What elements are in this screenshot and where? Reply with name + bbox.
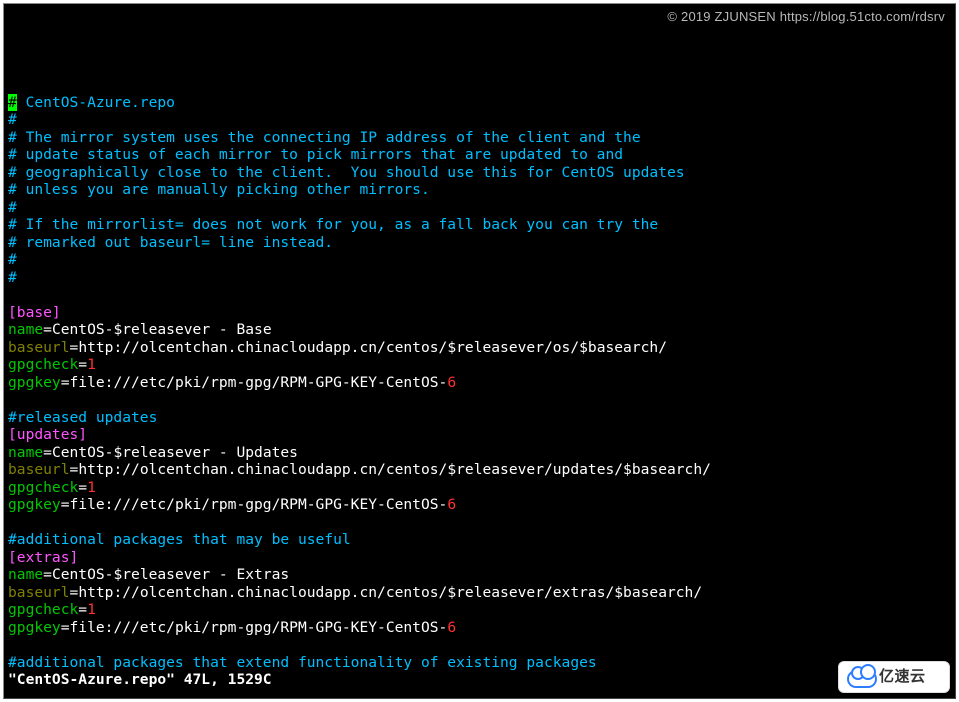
kv-gpgcheck: gpgcheck=1 bbox=[8, 479, 96, 496]
section-extras: [extras] bbox=[8, 549, 78, 566]
comment-line: # geographically close to the client. Yo… bbox=[8, 164, 685, 181]
section-updates: [updates] bbox=[8, 426, 87, 443]
comment-line: # If the mirrorlist= does not work for y… bbox=[8, 216, 658, 233]
comment-line: #released updates bbox=[8, 409, 157, 426]
kv-baseurl: baseurl=http://olcentchan.chinacloudapp.… bbox=[8, 461, 711, 478]
terminal-text-area[interactable]: # CentOS-Azure.repo # # The mirror syste… bbox=[4, 74, 955, 689]
kv-gpgcheck: gpgcheck=1 bbox=[8, 356, 96, 373]
comment-line: # bbox=[8, 199, 17, 216]
kv-baseurl: baseurl=http://olcentchan.chinacloudapp.… bbox=[8, 584, 702, 601]
kv-gpgkey: gpgkey=file:///etc/pki/rpm-gpg/RPM-GPG-K… bbox=[8, 496, 456, 513]
kv-gpgcheck: gpgcheck=1 bbox=[8, 601, 96, 618]
kv-gpgkey: gpgkey=file:///etc/pki/rpm-gpg/RPM-GPG-K… bbox=[8, 374, 456, 391]
comment-line: # bbox=[8, 269, 17, 286]
comment-line: # remarked out baseurl= line instead. bbox=[8, 234, 333, 251]
kv-name: name=CentOS-$releasever - Updates bbox=[8, 444, 298, 461]
comment-line: # CentOS-Azure.repo bbox=[8, 94, 175, 111]
provider-badge: 亿速云 bbox=[839, 662, 949, 692]
cursor: # bbox=[8, 94, 17, 111]
terminal-window[interactable]: © 2019 ZJUNSEN https://blog.51cto.com/rd… bbox=[3, 3, 956, 699]
comment-line: # bbox=[8, 111, 17, 128]
cloud-icon bbox=[843, 666, 877, 688]
comment-line: # update status of each mirror to pick m… bbox=[8, 146, 623, 163]
kv-name: name=CentOS-$releasever - Extras bbox=[8, 566, 289, 583]
comment-line: # unless you are manually picking other … bbox=[8, 181, 430, 198]
watermark-text: © 2019 ZJUNSEN https://blog.51cto.com/rd… bbox=[667, 8, 945, 26]
comment-line: # The mirror system uses the connecting … bbox=[8, 129, 641, 146]
comment-line: #additional packages that may be useful bbox=[8, 531, 351, 548]
kv-gpgkey: gpgkey=file:///etc/pki/rpm-gpg/RPM-GPG-K… bbox=[8, 619, 456, 636]
vim-status-line: "CentOS-Azure.repo" 47L, 1529C bbox=[8, 671, 272, 688]
kv-baseurl: baseurl=http://olcentchan.chinacloudapp.… bbox=[8, 339, 667, 356]
comment-line: # bbox=[8, 251, 17, 268]
section-base: [base] bbox=[8, 304, 61, 321]
kv-name: name=CentOS-$releasever - Base bbox=[8, 321, 272, 338]
comment-line: #additional packages that extend functio… bbox=[8, 654, 597, 671]
